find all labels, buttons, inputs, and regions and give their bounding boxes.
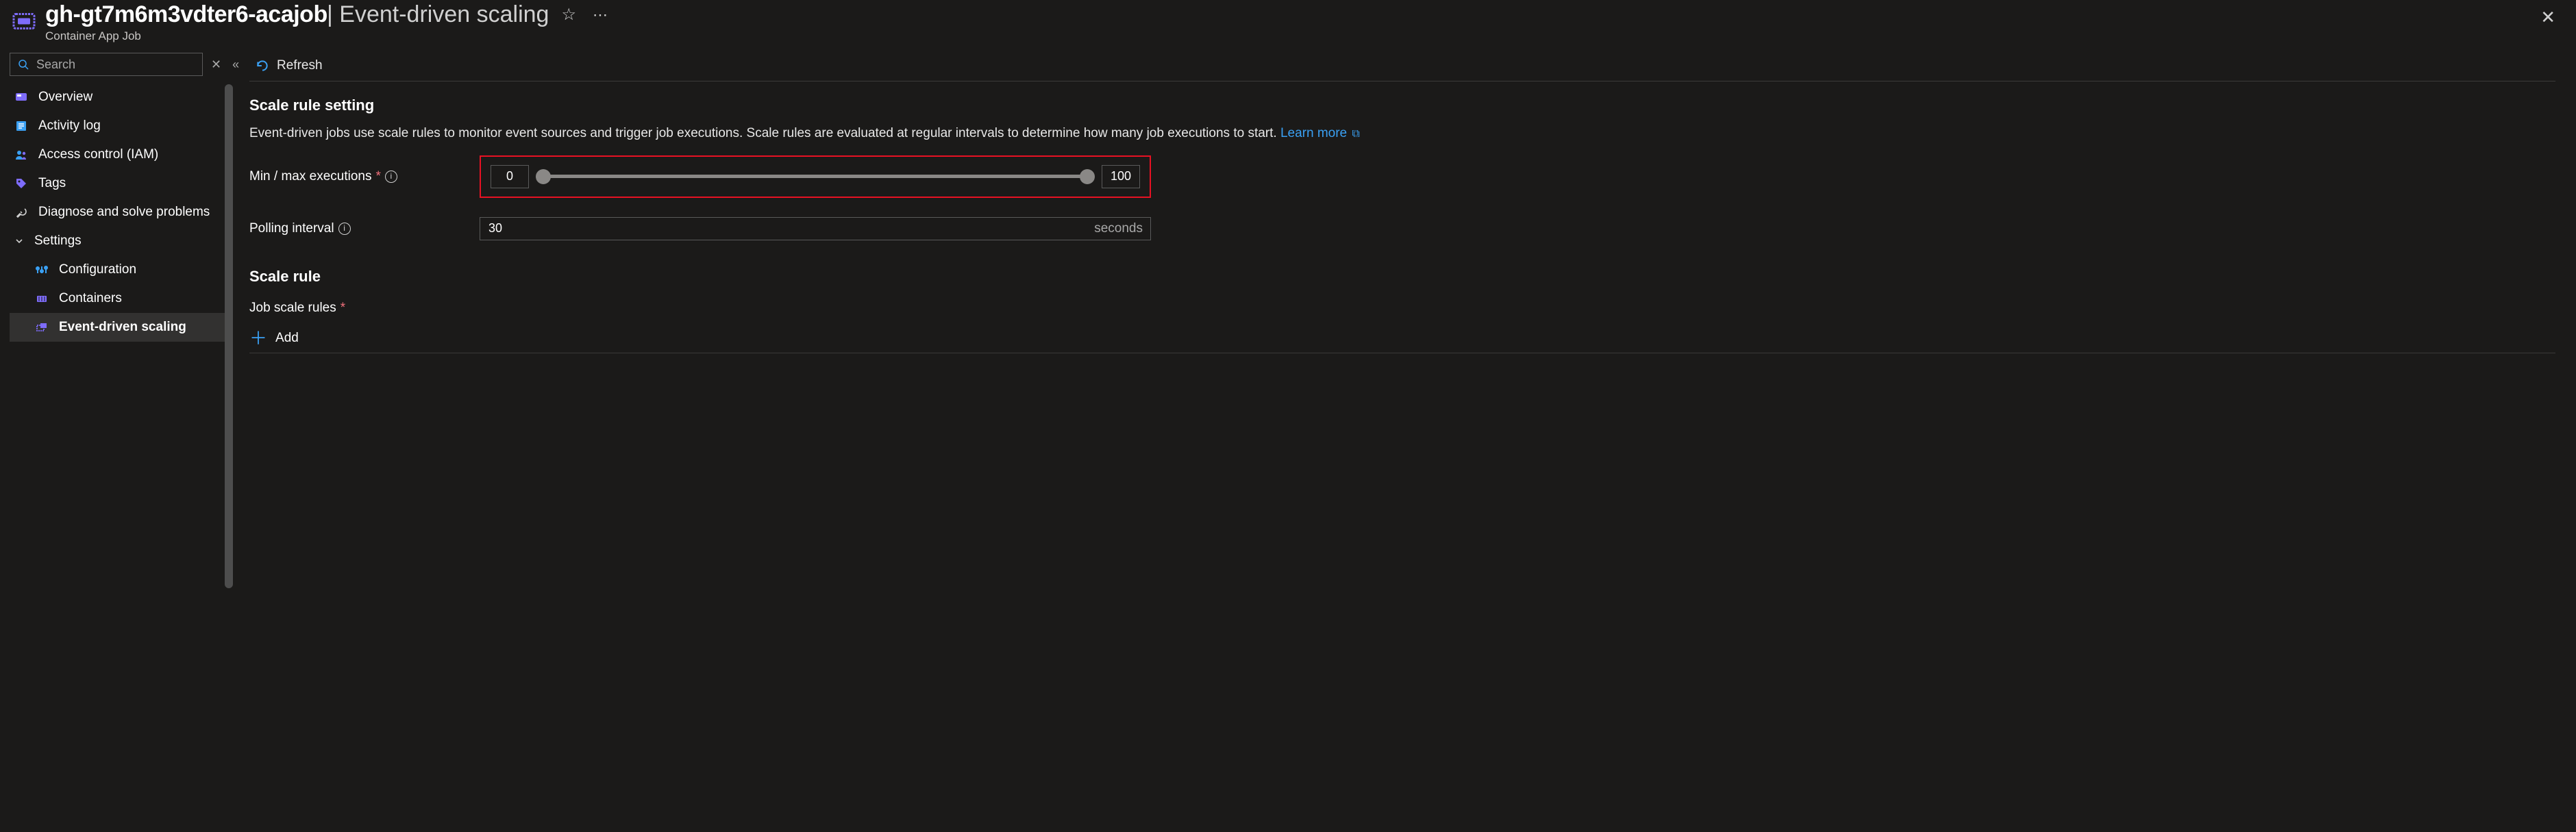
- access-control-icon: [14, 147, 29, 162]
- tags-icon: [14, 176, 29, 191]
- close-blade-button[interactable]: ✕: [2540, 7, 2555, 28]
- sidebar-item-activity-log[interactable]: Activity log: [10, 112, 233, 140]
- sidebar-scrollbar[interactable]: [225, 84, 233, 825]
- collapse-sidebar-button[interactable]: «: [230, 55, 242, 75]
- scaling-icon: [34, 320, 49, 335]
- page-title: gh-gt7m6m3vdter6-acajob: [45, 1, 327, 27]
- configuration-icon: [34, 262, 49, 277]
- sidebar-group-settings[interactable]: Settings: [10, 227, 233, 255]
- sidebar-item-access-control[interactable]: Access control (IAM): [10, 140, 233, 169]
- sidebar-item-overview[interactable]: Overview: [10, 83, 233, 112]
- job-scale-rules-label: Job scale rules: [249, 301, 336, 316]
- scale-rule-setting-description: Event-driven jobs use scale rules to mon…: [249, 124, 2555, 143]
- overview-icon: [14, 90, 29, 105]
- polling-interval-label: Polling interval: [249, 221, 334, 236]
- containerapp-job-icon: [11, 8, 37, 34]
- add-label: Add: [275, 331, 299, 346]
- activity-log-icon: [14, 118, 29, 134]
- slider-max-thumb[interactable]: [1080, 169, 1095, 184]
- sidebar-item-label: Access control (IAM): [38, 147, 158, 162]
- add-scale-rule-button[interactable]: ＋ Add: [249, 329, 2555, 347]
- more-menu-button[interactable]: ⋯: [589, 6, 612, 24]
- info-icon[interactable]: i: [385, 171, 397, 183]
- chevron-down-icon: [14, 236, 25, 247]
- sidebar-item-label: Configuration: [59, 262, 136, 277]
- search-input[interactable]: [36, 58, 195, 72]
- search-icon: [17, 58, 29, 71]
- scrollbar-thumb[interactable]: [225, 84, 233, 588]
- executions-slider[interactable]: [534, 170, 1096, 184]
- sidebar-item-configuration[interactable]: Configuration: [10, 255, 233, 284]
- sidebar-item-diagnose[interactable]: Diagnose and solve problems: [10, 198, 233, 227]
- polling-interval-input[interactable]: [480, 217, 1151, 240]
- sidebar-item-label: Activity log: [38, 118, 101, 134]
- sidebar-item-label: Overview: [38, 90, 92, 105]
- sidebar-item-containers[interactable]: Containers: [10, 284, 233, 313]
- learn-more-link[interactable]: Learn more ⧉: [1280, 126, 1360, 140]
- sidebar-item-event-driven-scaling[interactable]: Event-driven scaling: [10, 313, 233, 342]
- refresh-icon: [255, 58, 270, 73]
- max-executions-input[interactable]: [1102, 165, 1140, 188]
- resource-type-label: Container App Job: [45, 29, 2532, 43]
- sidebar-item-label: Diagnose and solve problems: [38, 205, 210, 220]
- sidebar-search[interactable]: [10, 53, 203, 76]
- refresh-label: Refresh: [277, 58, 323, 73]
- sidebar-item-label: Tags: [38, 176, 66, 191]
- page-title-suffix: | Event-driven scaling: [327, 1, 549, 27]
- sidebar-item-label: Event-driven scaling: [59, 320, 186, 335]
- containers-icon: [34, 291, 49, 306]
- min-executions-input[interactable]: [491, 165, 529, 188]
- scale-rule-setting-heading: Scale rule setting: [249, 97, 2555, 114]
- min-max-highlight: [480, 155, 1151, 198]
- diagnose-icon: [14, 205, 29, 220]
- min-max-executions-label: Min / max executions: [249, 169, 371, 184]
- required-indicator: *: [375, 169, 380, 184]
- required-indicator: *: [340, 301, 345, 316]
- favorite-star-icon[interactable]: ☆: [561, 5, 576, 25]
- slider-min-thumb[interactable]: [536, 169, 551, 184]
- sidebar-item-tags[interactable]: Tags: [10, 169, 233, 198]
- refresh-button[interactable]: Refresh: [249, 55, 328, 76]
- plus-icon: ＋: [249, 329, 267, 347]
- clear-search-button[interactable]: ✕: [208, 55, 224, 75]
- sidebar-item-label: Settings: [34, 234, 82, 249]
- external-link-icon: ⧉: [1352, 128, 1359, 140]
- scale-rule-heading: Scale rule: [249, 268, 2555, 286]
- info-icon[interactable]: i: [338, 223, 351, 235]
- sidebar-item-label: Containers: [59, 291, 122, 306]
